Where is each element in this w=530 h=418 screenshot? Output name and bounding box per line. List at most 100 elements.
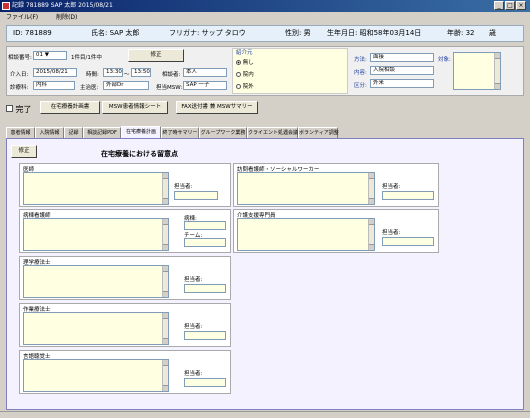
- doctor-staff-label: 担当者:: [174, 184, 193, 190]
- visit-nurse-section: 訪問看護師・ソーシャルワーカー 担当者:: [233, 163, 439, 207]
- pt-staff-field[interactable]: [184, 284, 226, 293]
- ot-textarea[interactable]: [23, 312, 169, 345]
- st-staff-field[interactable]: [184, 378, 226, 387]
- checkbox-icon: [6, 105, 13, 112]
- patient-age: 年齢: 32: [447, 29, 475, 37]
- title-bar: 記録 781889 SAP 太郎 2015/08/21: [0, 0, 530, 12]
- fax-summary-button[interactable]: FAX送付書 兼 MSWサマリー: [176, 101, 258, 114]
- radio-icon: [236, 84, 241, 89]
- st-staff-label: 担当者:: [184, 371, 203, 377]
- time-to-field[interactable]: 13:50: [131, 68, 151, 77]
- status-bar: [0, 411, 530, 418]
- tab-end-summary[interactable]: 終了時サマリー: [161, 127, 199, 138]
- menu-bar: ファイル(F) 削除(D): [0, 12, 530, 23]
- tab-group-work[interactable]: グループワーク業務: [199, 127, 247, 138]
- count-label: 相談番号:: [8, 55, 32, 61]
- referral-label: 紹介元: [236, 50, 253, 56]
- category-label: 区分:: [354, 83, 367, 89]
- st-textarea[interactable]: [23, 359, 169, 392]
- category-field[interactable]: 外来: [370, 79, 434, 88]
- msw-field[interactable]: SAP 一子: [183, 81, 227, 90]
- admit-date-field[interactable]: 2015/08/21: [33, 68, 77, 77]
- pt-section: 理学療法士 担当者:: [19, 256, 231, 300]
- doctor-label: 診療科:: [10, 85, 29, 91]
- referral-internal[interactable]: 院内: [236, 70, 254, 78]
- team-field[interactable]: [184, 238, 226, 247]
- scrollbar[interactable]: [368, 219, 374, 250]
- menu-delete[interactable]: 削除(D): [56, 14, 77, 21]
- department-field[interactable]: 内科: [33, 81, 75, 90]
- target-label: 対象:: [438, 57, 451, 63]
- tab-home-care-plan[interactable]: 在宅療養計画: [121, 126, 161, 138]
- method-label: 方法:: [354, 57, 367, 63]
- count-suffix: 1件目/1件中: [71, 55, 102, 61]
- scrollbar[interactable]: [162, 219, 168, 250]
- referral-none[interactable]: 無し: [236, 58, 254, 66]
- tab-admission-info[interactable]: 入院情報: [35, 127, 64, 138]
- scrollbar[interactable]: [162, 266, 168, 297]
- scrollbar[interactable]: [162, 313, 168, 344]
- radio-icon: [236, 72, 241, 77]
- time-label: 時間:: [86, 72, 99, 78]
- home-care-plan-panel: 修正 在宅療養における留意点 医師 担当者: 病棟看護師 病棟: チーム: 理学…: [6, 138, 524, 410]
- patient-age-unit: 歳: [489, 29, 496, 37]
- main-doctor-field[interactable]: 外部Dr: [103, 81, 149, 90]
- maximize-button[interactable]: □: [505, 1, 515, 10]
- referral-external[interactable]: 院外: [236, 82, 254, 90]
- doctor-staff-field[interactable]: [174, 191, 218, 200]
- window-title: 記録 781889 SAP 太郎 2015/08/21: [12, 2, 113, 9]
- count-select[interactable]: 01 ▼: [33, 51, 67, 60]
- main-doc-label: 主治医:: [80, 85, 99, 91]
- scrollbar[interactable]: [162, 360, 168, 391]
- care-support-staff-field[interactable]: [382, 237, 434, 246]
- tab-records[interactable]: 記録: [64, 127, 83, 138]
- tab-volunteer[interactable]: ボランティア調整: [298, 127, 339, 138]
- complete-checkbox[interactable]: 完了: [6, 104, 32, 115]
- content-label: 内容:: [354, 70, 367, 76]
- ot-staff-label: 担当者:: [184, 324, 203, 330]
- ot-staff-field[interactable]: [184, 331, 226, 340]
- admit-label: 介入日:: [10, 72, 29, 78]
- scrollbar[interactable]: [368, 173, 374, 204]
- time-from-field[interactable]: 13:30: [103, 68, 123, 77]
- menu-file[interactable]: ファイル(F): [6, 14, 38, 21]
- patient-kana: フリガナ: サップ タロウ: [169, 29, 246, 37]
- content-field[interactable]: 入院相談: [370, 66, 434, 75]
- consultant-field[interactable]: 本人: [183, 68, 227, 77]
- scrollbar[interactable]: [162, 173, 168, 204]
- ward-nurse-section: 病棟看護師 病棟: チーム:: [19, 209, 231, 253]
- home-care-plan-button[interactable]: 在宅療養計画書: [40, 101, 100, 114]
- care-support-section: 介護支援専門員 担当者:: [233, 209, 439, 253]
- patient-header: ID: 781889 氏名: SAP 太郎 フリガナ: サップ タロウ 性別: …: [6, 25, 524, 42]
- patient-id: ID: 781889: [13, 29, 52, 37]
- scrollbar[interactable]: [494, 53, 500, 89]
- msw-info-sheet-button[interactable]: MSW患者情報シート: [102, 101, 168, 114]
- pt-staff-label: 担当者:: [184, 277, 203, 283]
- patient-name: 氏名: SAP 太郎: [91, 29, 140, 37]
- consultant-label: 相談者:: [162, 72, 181, 78]
- st-section: 言語聴覚士 担当者:: [19, 350, 231, 394]
- ward-field[interactable]: [184, 221, 226, 230]
- ward-nurse-textarea[interactable]: [23, 218, 169, 251]
- visit-nurse-staff-label: 担当者:: [382, 184, 401, 190]
- method-field[interactable]: 面接: [370, 53, 434, 62]
- visit-nurse-staff-field[interactable]: [382, 191, 434, 200]
- close-button[interactable]: ×: [516, 1, 526, 10]
- panel-edit-button[interactable]: 修正: [11, 145, 37, 158]
- visit-nurse-textarea[interactable]: [237, 172, 375, 205]
- tab-patient-info[interactable]: 患者情報: [6, 127, 35, 138]
- edit-button[interactable]: 修正: [128, 49, 184, 62]
- care-support-staff-label: 担当者:: [382, 230, 401, 236]
- minimize-button[interactable]: _: [494, 1, 504, 10]
- time-sep: ～: [124, 72, 130, 78]
- app-icon: [2, 2, 10, 10]
- target-textarea[interactable]: [453, 52, 501, 90]
- patient-sex: 性別: 男: [285, 29, 311, 37]
- doctor-textarea[interactable]: [23, 172, 169, 205]
- care-support-textarea[interactable]: [237, 218, 375, 251]
- patient-birth: 生年月日: 昭和58年03月14日: [327, 29, 422, 37]
- pt-textarea[interactable]: [23, 265, 169, 298]
- tab-consult-pdf[interactable]: 相談記録PDF: [83, 127, 121, 138]
- tab-client-meeting[interactable]: クライエント処遇会議: [247, 127, 298, 138]
- panel-heading: 在宅療養における留意点: [101, 150, 178, 158]
